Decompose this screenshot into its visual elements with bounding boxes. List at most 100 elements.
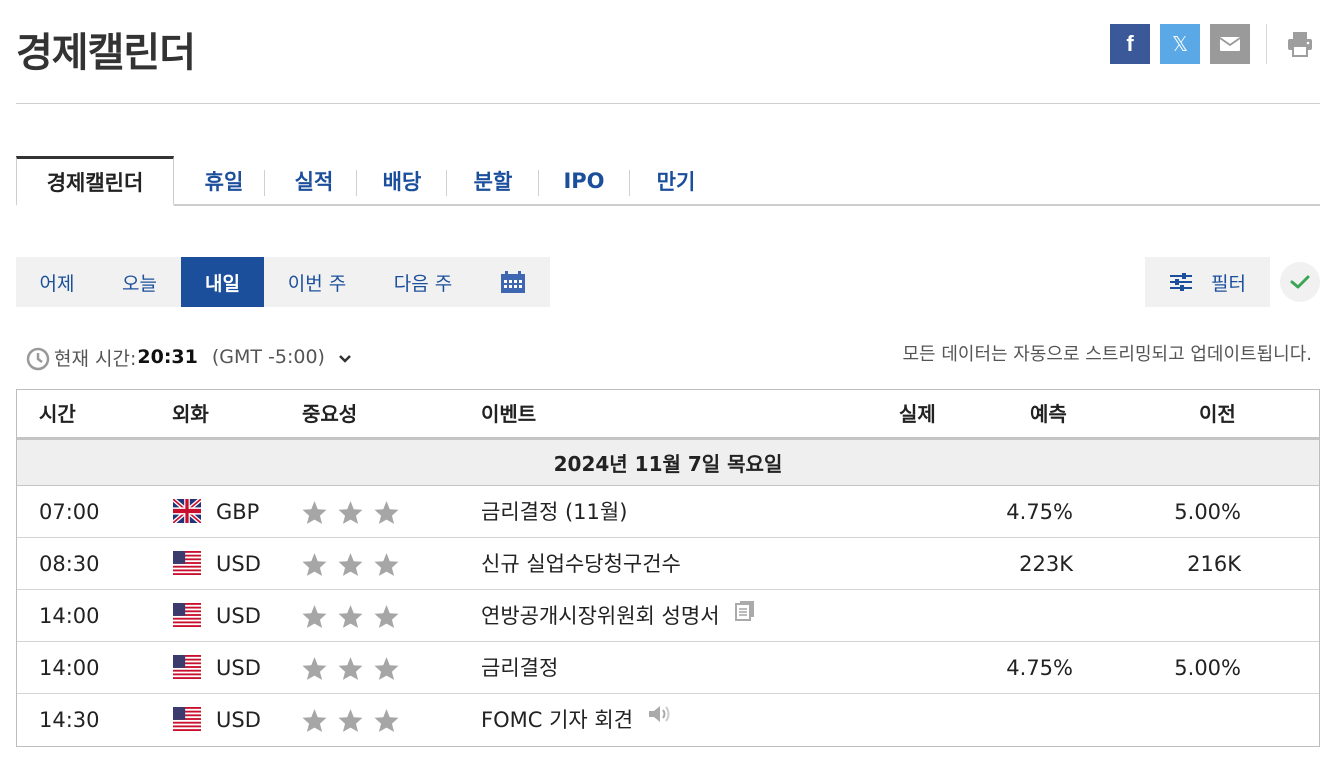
event-name-cell: 신규 실업수당청구건수 <box>481 538 681 590</box>
timezone-selector[interactable]: (GMT -5:00) <box>212 346 325 368</box>
tab-earnings[interactable]: 실적 <box>274 156 354 206</box>
print-button[interactable] <box>1280 24 1320 64</box>
star-icon <box>337 708 364 737</box>
tab-separator <box>356 170 357 196</box>
event-forecast: 4.75% <box>1006 500 1073 524</box>
tab-label: 분할 <box>473 170 513 194</box>
event-actual <box>857 642 957 694</box>
event-time: 14:00 <box>39 656 100 680</box>
star-icon <box>301 656 328 685</box>
event-name[interactable]: 연방공개시장위원회 성명서 <box>481 604 720 628</box>
tab-ipo[interactable]: IPO <box>548 156 620 206</box>
chevron-down-icon[interactable] <box>339 355 351 363</box>
header-currency: 외화 <box>172 402 209 426</box>
event-name-cell: FOMC 기자 회견 <box>481 694 671 746</box>
us-flag-icon <box>173 603 201 627</box>
filter-button[interactable]: 필터 <box>1145 257 1270 307</box>
tab-separator <box>446 170 447 196</box>
tab-separator <box>538 170 539 196</box>
star-icon <box>373 604 400 633</box>
event-currency: USD <box>216 552 261 576</box>
speaker-icon[interactable] <box>647 692 671 744</box>
check-icon <box>1290 275 1310 289</box>
table-row[interactable]: 14:00 USD 금리결정 4.75% 5.00% <box>17 642 1319 694</box>
event-actual <box>857 538 957 590</box>
confirm-check-button[interactable] <box>1280 262 1320 302</box>
event-name[interactable]: FOMC 기자 회견 <box>481 708 633 732</box>
date-tab-this-week[interactable]: 이번 주 <box>264 257 370 307</box>
facebook-share-button[interactable]: f <box>1110 24 1150 64</box>
header-event: 이벤트 <box>481 402 537 426</box>
sliders-icon <box>1170 273 1193 291</box>
event-actual <box>857 694 957 746</box>
event-name[interactable]: 신규 실업수당청구건수 <box>481 552 681 576</box>
streaming-notice: 모든 데이터는 자동으로 스트리밍되고 업데이트됩니다. <box>902 344 1313 365</box>
star-icon <box>337 656 364 685</box>
filter-label: 필터 <box>1211 272 1246 295</box>
x-share-button[interactable]: 𝕏 <box>1160 24 1200 64</box>
facebook-icon: f <box>1126 31 1134 56</box>
print-icon <box>1288 32 1312 57</box>
table-header: 시간 외화 중요성 이벤트 실제 예측 이전 <box>17 390 1319 440</box>
star-icon <box>337 500 364 529</box>
tab-expiration[interactable]: 만기 <box>638 156 714 206</box>
uk-flag-icon <box>171 497 203 525</box>
date-tab-yesterday[interactable]: 어제 <box>16 257 98 307</box>
event-name-cell: 금리결정 (11월) <box>481 486 627 538</box>
date-tab-calendar[interactable] <box>476 257 550 307</box>
tab-label: IPO <box>563 169 605 193</box>
tab-splits[interactable]: 분할 <box>456 156 530 206</box>
tab-dividends[interactable]: 배당 <box>364 156 440 206</box>
current-time: 현재 시간: 20:31 (GMT -5:00) <box>26 342 351 372</box>
header-actual: 실제 <box>899 402 936 426</box>
tab-separator <box>629 170 630 196</box>
us-flag-icon <box>173 551 201 575</box>
calendar-icon <box>501 271 525 293</box>
event-currency: GBP <box>216 500 260 524</box>
star-icon <box>373 500 400 529</box>
tab-holidays[interactable]: 휴일 <box>186 156 262 206</box>
header-forecast: 예측 <box>1030 402 1067 426</box>
header-time: 시간 <box>39 402 76 426</box>
star-icon <box>373 552 400 581</box>
table-row[interactable]: 14:00 USD 연방공개시장위원회 성명서 <box>17 590 1319 642</box>
date-tab-tomorrow[interactable]: 내일 <box>181 257 264 307</box>
event-actual <box>857 590 957 642</box>
event-currency: USD <box>216 604 261 628</box>
star-icon <box>337 552 364 581</box>
date-range-tabs: 어제 오늘 내일 이번 주 다음 주 <box>16 257 550 307</box>
date-tab-label: 어제 <box>39 272 75 295</box>
star-icon <box>373 656 400 685</box>
tab-label: 배당 <box>382 170 422 194</box>
importance-stars <box>301 552 400 581</box>
tab-economic-calendar[interactable]: 경제캘린더 <box>16 156 174 206</box>
event-currency: USD <box>216 708 261 732</box>
star-icon <box>373 708 400 737</box>
event-previous: 5.00% <box>1174 500 1241 524</box>
event-name[interactable]: 금리결정 (11월) <box>481 500 627 524</box>
email-share-button[interactable] <box>1210 24 1250 64</box>
date-tab-next-week[interactable]: 다음 주 <box>370 257 476 307</box>
date-tab-today[interactable]: 오늘 <box>98 257 181 307</box>
event-name[interactable]: 금리결정 <box>481 656 558 680</box>
event-actual <box>857 486 957 538</box>
importance-stars <box>301 604 400 633</box>
table-row[interactable]: 08:30 USD 신규 실업수당청구건수 223K 216K <box>17 538 1319 590</box>
date-tab-label: 오늘 <box>122 272 157 295</box>
table-row[interactable]: 14:30 USD FOMC 기자 회견 <box>17 694 1319 746</box>
tab-label: 휴일 <box>204 170 244 194</box>
mail-icon <box>1219 37 1241 51</box>
table-row[interactable]: 07:00 GBP 금리결정 (11월) 4.75% 5.00% <box>17 486 1319 538</box>
tab-label: 실적 <box>294 170 334 194</box>
event-forecast: 223K <box>1019 552 1073 576</box>
event-forecast: 4.75% <box>1006 656 1073 680</box>
document-icon[interactable] <box>734 588 756 640</box>
current-time-value: 20:31 <box>137 346 198 368</box>
share-divider <box>1266 24 1267 64</box>
header-importance: 중요성 <box>302 402 358 426</box>
tab-separator <box>264 170 265 196</box>
date-tab-label: 내일 <box>205 272 240 295</box>
tab-label: 경제캘린더 <box>46 170 144 195</box>
x-icon: 𝕏 <box>1171 32 1189 56</box>
importance-stars <box>301 708 400 737</box>
